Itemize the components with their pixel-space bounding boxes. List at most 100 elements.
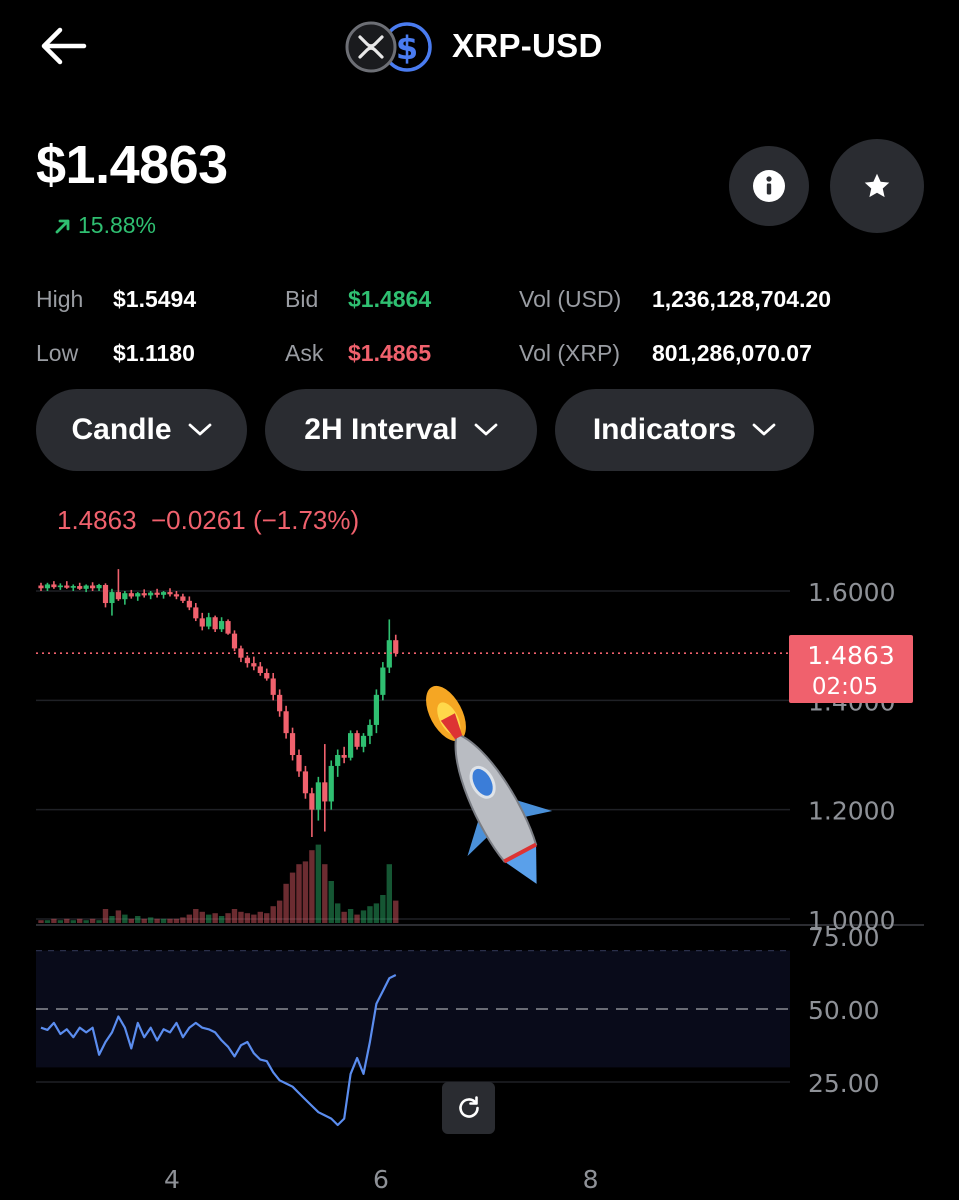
low-label: Low [36, 340, 79, 366]
volume-bar [180, 917, 186, 923]
candle-body [360, 735, 367, 747]
candle-body [302, 771, 309, 794]
vol-xrp-label: Vol (XRP) [519, 340, 620, 366]
chevron-down-icon [474, 423, 498, 436]
volume-bar [328, 881, 334, 923]
refresh-icon [458, 1096, 479, 1118]
indicators-dropdown[interactable]: Indicators [555, 389, 814, 471]
rsi-axis-label: 75.00 [808, 923, 880, 952]
volume-bar [341, 911, 347, 923]
chart-last-price: 1.4863 [57, 505, 137, 535]
info-button[interactable] [729, 146, 809, 226]
candle-body [283, 711, 289, 734]
candle-body [57, 585, 63, 588]
candle-body [141, 593, 147, 596]
candle-body [44, 584, 51, 589]
volume-bar [276, 900, 283, 923]
favorite-button[interactable] [830, 139, 924, 233]
volume-bar [238, 911, 244, 923]
volume-bar [283, 883, 289, 923]
candle-body [38, 585, 44, 589]
volume-bar [96, 920, 102, 923]
volume-bar [206, 914, 212, 923]
volume-bar [373, 903, 380, 923]
candle-body [51, 584, 57, 588]
low-value: $1.1180 [113, 340, 195, 366]
candle-body [264, 673, 270, 679]
rsi-panel [36, 949, 790, 1083]
interval-label: 2H Interval [304, 413, 458, 446]
volume-bar [335, 903, 341, 923]
volume-bar [199, 911, 205, 923]
ask-label: Ask [285, 340, 324, 366]
volume-bars [38, 844, 399, 923]
candle-body [315, 782, 321, 810]
volume-bar [160, 918, 167, 923]
candle-body [257, 666, 263, 673]
arrow-up-right-icon [55, 219, 70, 233]
candle-body [354, 733, 360, 747]
candle-body [225, 621, 231, 634]
volume-bar [386, 864, 392, 923]
arrow-left-icon [41, 27, 87, 65]
axis-labels: 1.60001.40001.20001.000075.0050.0025.004… [164, 578, 896, 1194]
candle-body [393, 640, 399, 654]
volume-bar [64, 918, 70, 923]
reset-zoom-button[interactable] [442, 1082, 495, 1134]
back-button[interactable] [38, 24, 88, 68]
candle-body [135, 593, 141, 597]
time-axis-label: 8 [583, 1165, 599, 1194]
candle-body [90, 585, 96, 589]
volume-bar [147, 917, 154, 923]
candle-body [309, 793, 315, 810]
candle-body [335, 755, 341, 766]
volume-bar [51, 918, 57, 923]
pair-title: XRP-USD [452, 27, 603, 64]
volume-bar [296, 864, 302, 923]
candle-body [296, 755, 302, 772]
volume-bar [128, 918, 134, 923]
bid-value: $1.4864 [348, 286, 432, 312]
volume-bar [218, 916, 225, 923]
candle-body [148, 592, 154, 596]
candle-body [70, 586, 76, 588]
volume-bar [347, 909, 354, 923]
star-icon [864, 173, 890, 198]
pair-logo: $ [344, 20, 436, 74]
interval-dropdown[interactable]: 2H Interval [265, 389, 537, 471]
volume-bar [380, 895, 386, 923]
chart-type-dropdown[interactable]: Candle [36, 389, 247, 471]
candle-body [367, 724, 373, 736]
candle-body [186, 600, 192, 608]
volume-bar [38, 920, 44, 923]
candle-body [167, 592, 173, 595]
candle-body [109, 592, 115, 604]
volume-bar [57, 920, 64, 923]
candle-body [270, 678, 276, 695]
volume-bar [141, 918, 147, 923]
volume-bar [154, 918, 160, 923]
candle-body [160, 592, 167, 595]
high-label: High [36, 286, 84, 312]
bid-label: Bid [285, 286, 319, 312]
candle-body [206, 617, 212, 627]
candle-body [380, 667, 386, 695]
chevron-down-icon [188, 423, 211, 436]
volume-bar [354, 914, 360, 923]
candle-body [348, 733, 354, 758]
volume-bar [173, 918, 180, 923]
candle-body [322, 782, 328, 802]
countdown-tag: 02:05 [812, 674, 878, 700]
chevron-down-icon [752, 423, 776, 436]
candle-body [199, 618, 205, 627]
candle-body [289, 733, 296, 755]
price-axis-label: 1.6000 [808, 578, 895, 607]
current-price-tag-value: 1.4863 [807, 641, 894, 670]
candle-body [115, 592, 121, 600]
candle-body [154, 592, 160, 595]
volume-bar [315, 844, 322, 923]
time-axis-label: 4 [164, 1165, 180, 1194]
candles [38, 569, 399, 837]
candle-body [231, 633, 238, 649]
volume-bar [109, 916, 115, 923]
